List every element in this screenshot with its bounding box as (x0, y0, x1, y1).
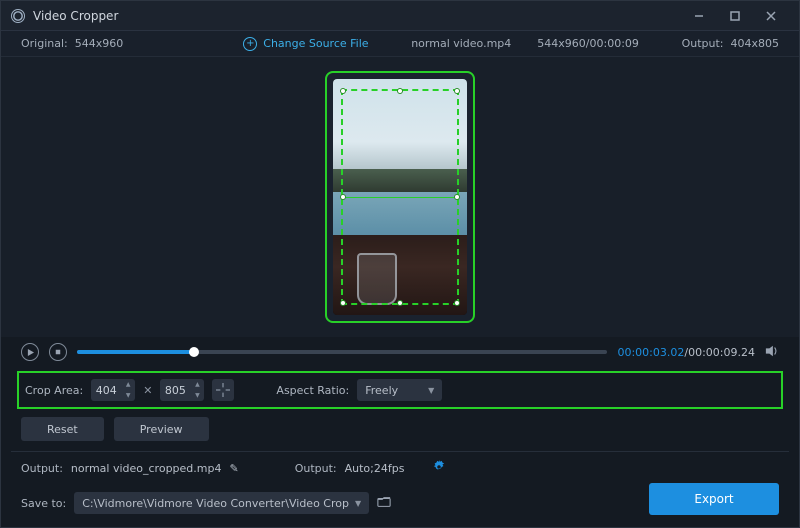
crop-width-input[interactable] (91, 384, 121, 397)
crop-area-label: Crop Area: (25, 384, 83, 397)
titlebar: Video Cropper (1, 1, 799, 31)
source-filename: normal video.mp4 (411, 37, 511, 50)
app-logo-icon (11, 9, 25, 23)
change-source-button[interactable]: + Change Source File (243, 37, 368, 51)
chevron-down-icon[interactable]: ▼ (190, 390, 204, 401)
source-dims-duration: 544x960/00:00:09 (537, 37, 639, 50)
output-file-label: Output: (21, 462, 63, 475)
output-format-value: Auto;24fps (345, 462, 405, 475)
seek-knob-icon[interactable] (189, 347, 199, 357)
time-current: 00:00:03.02 (617, 346, 684, 359)
video-thumbnail (333, 79, 467, 315)
aspect-ratio-select[interactable]: Freely ▼ (357, 379, 442, 401)
time-total: 00:00:09.24 (688, 346, 755, 359)
multiply-icon: ✕ (143, 384, 152, 397)
output-row: Output: normal video_cropped.mp4 ✎ Outpu… (1, 452, 799, 485)
aspect-ratio-value: Freely (365, 384, 398, 397)
save-path-value: C:\Vidmore\Vidmore Video Converter\Video… (82, 497, 349, 510)
window-maximize-button[interactable] (717, 1, 753, 31)
window-close-button[interactable] (753, 1, 789, 31)
center-crop-button[interactable] (212, 379, 234, 401)
chevron-down-icon[interactable]: ▼ (121, 390, 135, 401)
chevron-down-icon: ▼ (355, 499, 361, 508)
time-display: 00:00:03.02/00:00:09.24 (617, 346, 755, 359)
crop-height-stepper[interactable]: ▲▼ (160, 379, 204, 401)
aspect-ratio-label: Aspect Ratio: (276, 384, 349, 397)
preview-button[interactable]: Preview (114, 417, 209, 441)
output-format-label: Output: (295, 462, 337, 475)
window-minimize-button[interactable] (681, 1, 717, 31)
crop-width-stepper[interactable]: ▲▼ (91, 379, 135, 401)
save-row: Save to: C:\Vidmore\Vidmore Video Conver… (1, 485, 799, 527)
chevron-up-icon[interactable]: ▲ (190, 379, 204, 390)
stop-button[interactable] (49, 343, 67, 361)
export-button[interactable]: Export (649, 483, 779, 515)
reset-button[interactable]: Reset (21, 417, 104, 441)
info-bar: Original: 544x960 + Change Source File n… (1, 31, 799, 57)
output-file-name: normal video_cropped.mp4 (71, 462, 222, 475)
settings-button[interactable] (432, 460, 446, 477)
crop-controls: Crop Area: ▲▼ ✕ ▲▼ Aspect Ratio: Freely … (17, 371, 783, 409)
preview-area (1, 57, 799, 337)
save-to-label: Save to: (21, 497, 66, 510)
original-label: Original: (21, 37, 68, 50)
change-source-label: Change Source File (263, 37, 368, 50)
open-folder-button[interactable] (377, 495, 391, 512)
output-label: Output: (682, 37, 724, 50)
crop-height-input[interactable] (160, 384, 190, 397)
chevron-up-icon[interactable]: ▲ (121, 379, 135, 390)
play-button[interactable] (21, 343, 39, 361)
output-dims: 404x805 (730, 37, 779, 50)
chevron-down-icon: ▼ (428, 386, 434, 395)
original-dims: 544x960 (75, 37, 124, 50)
plus-icon: + (243, 37, 257, 51)
save-path-select[interactable]: C:\Vidmore\Vidmore Video Converter\Video… (74, 492, 369, 514)
video-frame[interactable] (325, 71, 475, 323)
edit-name-icon[interactable]: ✎ (229, 462, 238, 475)
player-controls: 00:00:03.02/00:00:09.24 (1, 337, 799, 367)
app-title: Video Cropper (33, 9, 118, 23)
volume-button[interactable] (765, 344, 779, 361)
seek-slider[interactable] (77, 350, 607, 354)
